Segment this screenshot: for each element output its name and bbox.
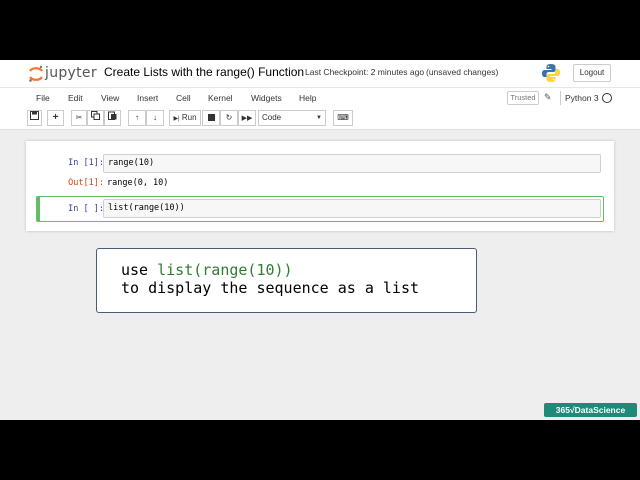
copy-button[interactable] [87,110,104,126]
cell1-input[interactable]: range(10) [103,154,601,173]
caption-code: list(range(10)) [157,261,293,279]
cell1-out-prompt: Out[1]: [68,178,104,188]
jupyter-window: jupyter Create Lists with the range() Fu… [0,60,640,420]
keyboard-icon: ⌨ [337,113,349,122]
cell2-input[interactable]: list(range(10)) [103,199,601,218]
arrow-down-icon: ↓ [153,113,157,122]
menu-view[interactable]: View [101,93,119,103]
paste-button[interactable] [104,110,121,126]
menu-cell[interactable]: Cell [176,93,191,103]
cell-type-value: Code [262,113,282,122]
refresh-icon: ↻ [225,113,233,122]
kernel-divider [560,91,561,105]
restart-run-all-button[interactable]: ▶▶ [238,110,256,126]
selected-code-cell[interactable]: In [ ]: list(range(10)) [36,196,604,222]
plus-icon: + [52,112,59,123]
last-checkpoint: Last Checkpoint: 2 minutes ago [305,67,425,77]
fast-forward-icon: ▶▶ [241,115,253,122]
restart-kernel-button[interactable]: ↻ [220,110,238,126]
kernel-name[interactable]: Python 3 [565,93,599,103]
save-icon [30,111,39,120]
command-palette-button[interactable]: ⌨ [333,110,353,126]
toolbar: + ✂ ↑ ↓ ▶| Run ↻ ▶▶ Code ▼ ⌨ [0,109,640,130]
menu-kernel[interactable]: Kernel [208,93,233,103]
menu-file[interactable]: File [36,93,50,103]
caption-line-1: use list(range(10)) [121,261,293,279]
stop-icon [207,114,215,121]
kernel-status-icon [602,93,612,103]
menu-widgets[interactable]: Widgets [251,93,282,103]
move-down-button[interactable]: ↓ [146,110,164,126]
move-up-button[interactable]: ↑ [128,110,146,126]
paste-icon [108,111,117,120]
caption-line-2: to display the sequence as a list [121,279,420,297]
caret-down-icon: ▼ [316,115,322,121]
notebook-header: jupyter Create Lists with the range() Fu… [0,60,640,87]
trusted-indicator[interactable]: Trusted [507,91,539,105]
menu-help[interactable]: Help [299,93,316,103]
save-button[interactable] [27,110,42,126]
menubar: File Edit View Insert Cell Kernel Widget… [0,87,640,109]
cell1-in-prompt: In [1]: [68,158,104,168]
unsaved-changes-indicator: (unsaved changes) [426,67,499,77]
insert-cell-button[interactable]: + [47,110,64,126]
logout-button[interactable]: Logout [573,64,611,82]
cell2-in-prompt: In [ ]: [68,204,104,214]
run-label: Run [181,113,197,122]
arrow-up-icon: ↑ [135,113,139,122]
cut-button[interactable]: ✂ [71,110,87,126]
menu-insert[interactable]: Insert [137,93,158,103]
instruction-caption: use list(range(10)) to display the seque… [96,248,477,313]
notebook-title[interactable]: Create Lists with the range() Function [104,65,304,79]
python-logo-icon [542,64,560,82]
copy-icon [91,111,100,120]
jupyter-logo-icon [29,65,43,82]
notebook-container: In [1]: range(10) Out[1]: range(0, 10) I… [26,141,614,231]
scissors-icon: ✂ [75,113,83,122]
pencil-icon[interactable]: ✎ [544,92,552,103]
jupyter-logo[interactable]: jupyter [28,64,100,84]
menu-edit[interactable]: Edit [68,93,83,103]
cell1-output: range(0, 10) [107,178,169,188]
brand-watermark: 365√DataScience [544,403,637,417]
jupyter-logo-text: jupyter [45,65,97,81]
cell-type-select[interactable]: Code ▼ [258,110,326,126]
interrupt-kernel-button[interactable] [202,110,220,126]
step-forward-icon: ▶| [173,116,180,122]
run-button[interactable]: ▶| Run [169,110,201,126]
caption-prefix: use [121,261,158,279]
